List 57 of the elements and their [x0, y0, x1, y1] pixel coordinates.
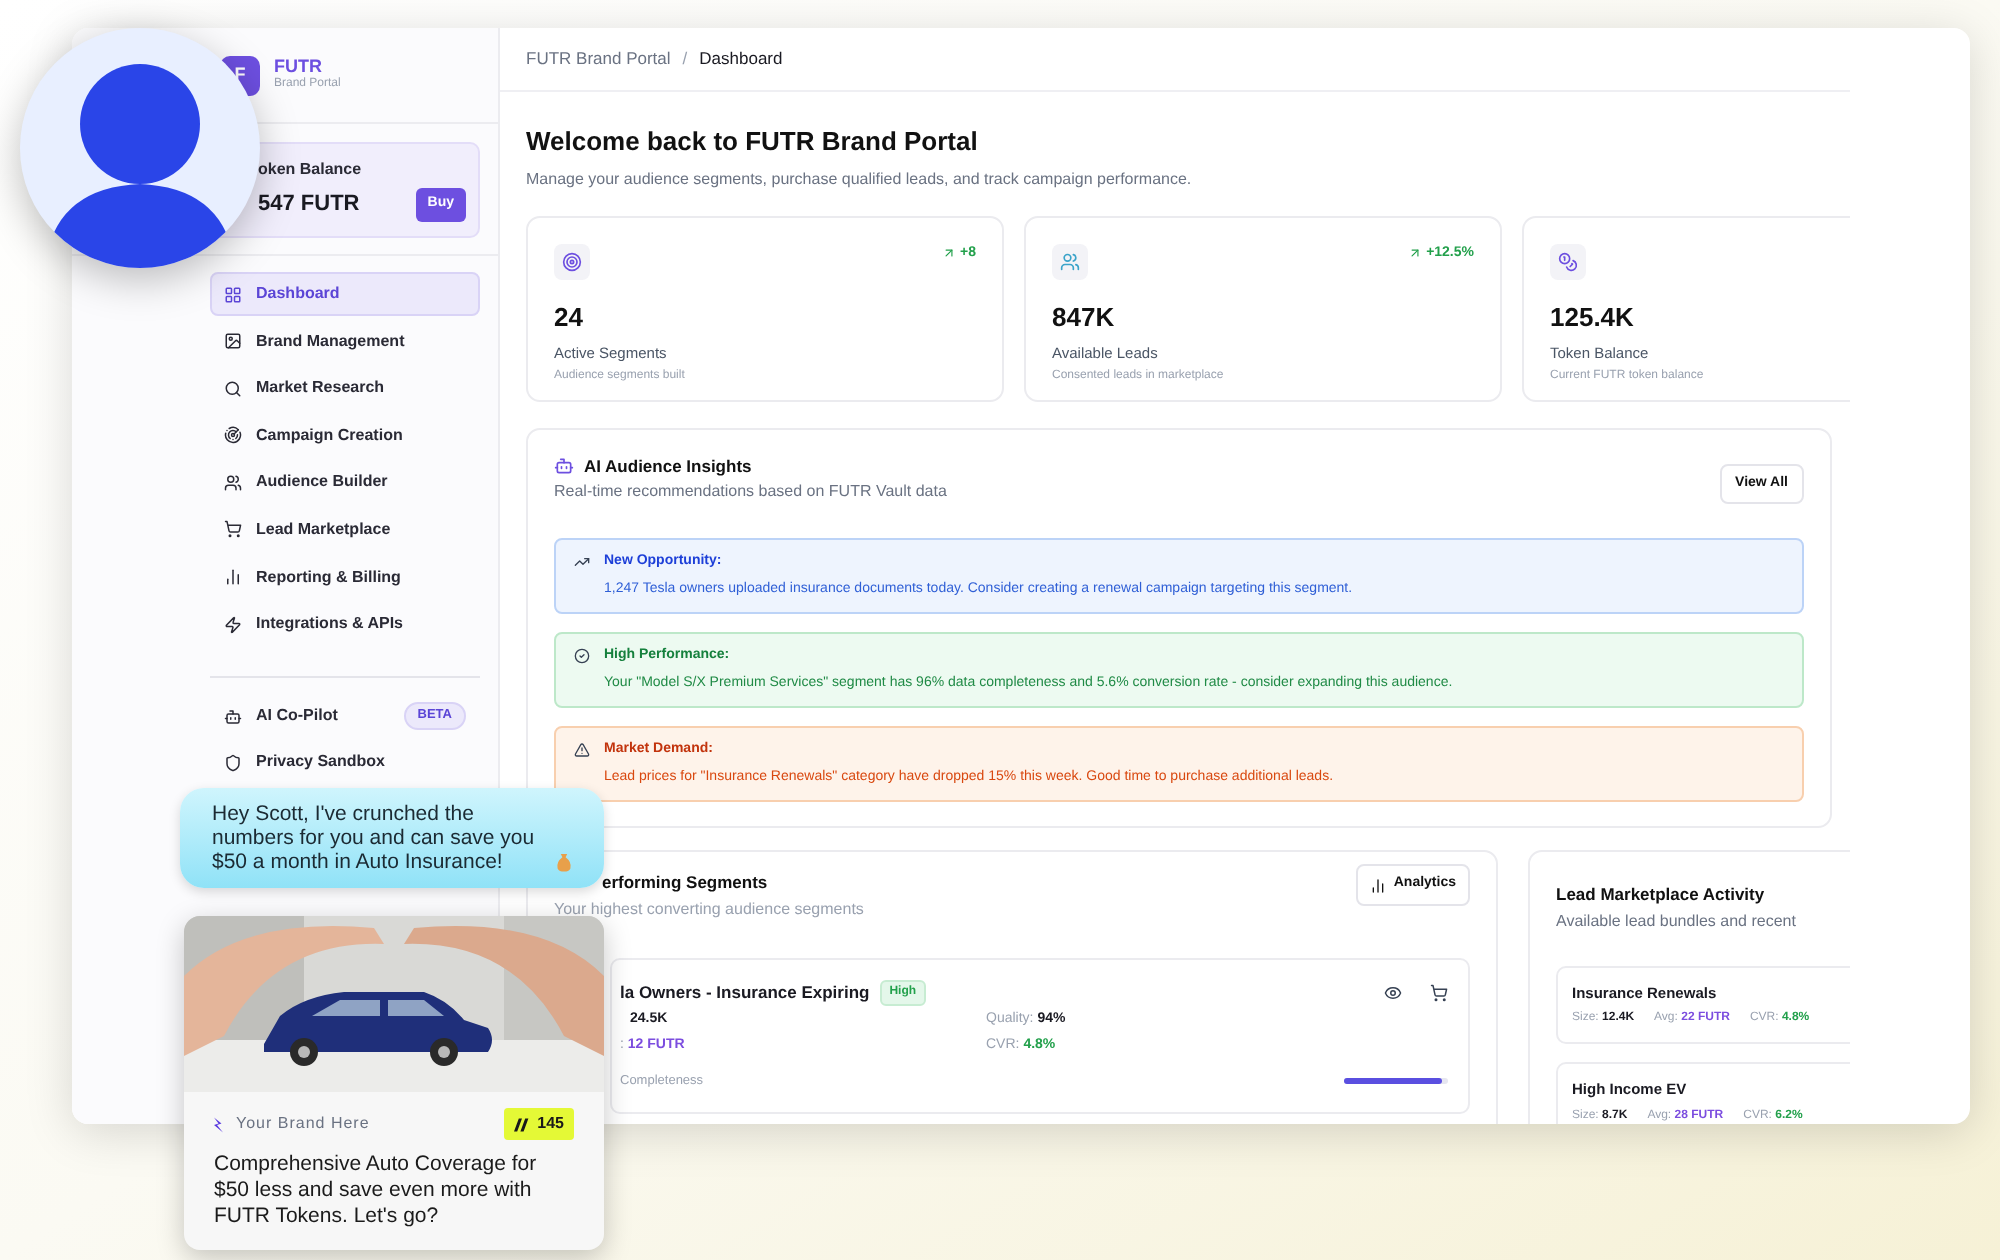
ad-text: Comprehensive Auto Coverage for $50 less and save even more with FUTR Tokens. Let's go? — [214, 1152, 539, 1230]
token-icon — [513, 1117, 530, 1131]
breadcrumb-link[interactable]: FUTR Brand Portal — [526, 46, 671, 72]
marketplace-title: Lead Marketplace Activity — [1556, 882, 1767, 908]
target-icon — [554, 243, 590, 279]
token-balance-label: oken Balance — [258, 158, 364, 183]
search-icon — [224, 379, 242, 398]
brand-name: FUTR — [274, 56, 324, 77]
stat-value: 847K — [1052, 299, 1117, 335]
nav-item[interactable]: Campaign Creation — [210, 413, 480, 458]
brand-logo-icon — [214, 1115, 226, 1133]
chat-message: Hey Scott, I've crunched the numbers for you and can save you $50 a month in Auto Insurance! — [212, 802, 537, 874]
trend-icon — [574, 554, 590, 571]
bar-chart-icon — [1369, 877, 1386, 893]
nav-item[interactable]: Brand Management — [210, 319, 480, 364]
stat-value: 24 — [554, 299, 585, 335]
image-icon — [224, 332, 242, 351]
check-circle-icon — [574, 648, 590, 665]
money-bag-icon — [556, 852, 572, 872]
warning-icon — [574, 742, 590, 759]
robot-icon — [224, 707, 242, 726]
nav-item[interactable]: Dashboard — [210, 272, 480, 316]
segments-title: erforming Segments — [600, 870, 770, 896]
nav-item[interactable]: Integrations & APIs — [210, 602, 480, 647]
robot-icon — [554, 455, 574, 476]
arrow-up-right-icon — [1408, 246, 1423, 261]
users-icon — [1052, 243, 1088, 279]
view-icon[interactable] — [1384, 984, 1402, 1002]
page-subtitle: Manage your audience segments, purchase qualified leads, and track campaign performance. — [526, 167, 1194, 191]
nav-item[interactable]: Audience Builder — [210, 460, 480, 505]
insights-subtitle: Real-time recommendations based on FUTR Vault data — [554, 480, 947, 505]
nav-item[interactable]: Market Research — [210, 366, 480, 411]
stat-value: 125.4K — [1550, 299, 1636, 335]
users-icon — [224, 473, 242, 492]
nav-item[interactable]: Lead Marketplace — [210, 507, 480, 552]
marketplace-subtitle: Available lead bundles and recent — [1556, 910, 1798, 934]
nav-item[interactable]: Reporting & Billing — [210, 555, 480, 600]
breadcrumb-current: Dashboard — [699, 46, 783, 72]
grid-icon — [224, 285, 242, 303]
arrow-up-right-icon — [942, 246, 957, 261]
token-badge: 145 — [503, 1108, 574, 1140]
breadcrumb-separator: / — [682, 46, 688, 72]
segments-subtitle: Your highest converting audience segments — [554, 898, 864, 922]
lightning-icon — [224, 615, 242, 634]
page-title: Welcome back to FUTR Brand Portal — [526, 124, 980, 160]
insights-title: AI Audience Insights — [584, 453, 752, 479]
cart-icon — [224, 520, 242, 539]
coins-icon — [1550, 243, 1586, 279]
bar-chart-icon — [224, 568, 242, 587]
segment-name: la Owners - Insurance Expiring — [620, 980, 870, 1006]
shield-icon — [224, 753, 242, 772]
nav-item[interactable]: Privacy Sandbox — [210, 740, 480, 785]
ad-brand: Your Brand Here — [236, 1112, 370, 1136]
ad-card[interactable]: Your Brand Here 145 Comprehensive Auto Coverage for $50 less and save even more with FUTR Tokens. Let's go? — [184, 916, 604, 1250]
token-balance-amount: 547 FUTR — [258, 190, 360, 221]
radar-icon — [224, 426, 242, 445]
cart-icon[interactable] — [1430, 984, 1448, 1002]
